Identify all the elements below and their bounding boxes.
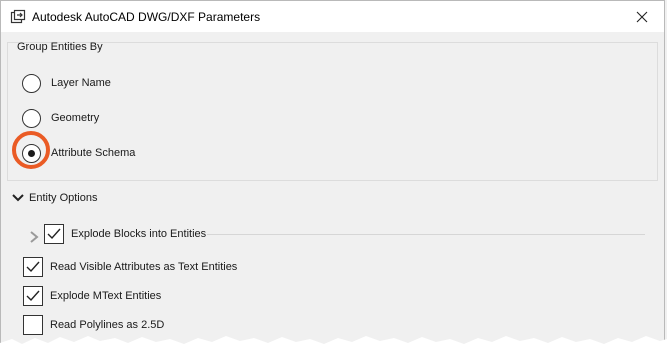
checkmark-icon	[26, 261, 40, 273]
checkbox-read-visible-attributes[interactable]: Read Visible Attributes as Text Entities	[23, 257, 237, 277]
radio-label: Geometry	[51, 112, 100, 124]
close-button[interactable]	[620, 1, 664, 32]
radio-button[interactable]	[22, 108, 41, 128]
window-title: Autodesk AutoCAD DWG/DXF Parameters	[32, 10, 261, 24]
checkbox-explode-blocks[interactable]: Explode Blocks into Entities	[44, 224, 206, 244]
checkbox[interactable]	[23, 286, 43, 306]
entity-options-header[interactable]: Entity Options	[11, 191, 97, 205]
chevron-down-icon	[12, 194, 24, 202]
checkbox-label: Explode Blocks into Entities	[71, 228, 207, 240]
app-window-icon	[10, 9, 26, 24]
radio-geometry[interactable]: Geometry	[22, 107, 99, 129]
radio-button[interactable]	[22, 73, 41, 93]
group-entities-title: Group Entities By	[17, 41, 103, 53]
checkbox-explode-mtext[interactable]: Explode MText Entities	[23, 286, 161, 306]
section-divider	[207, 234, 645, 235]
radio-label: Attribute Schema	[51, 147, 136, 159]
checkmark-icon	[47, 228, 61, 240]
checkbox[interactable]	[23, 257, 43, 277]
entity-options-title: Entity Options	[29, 192, 98, 204]
highlight-circle-annotation	[12, 131, 50, 169]
radio-layer-name[interactable]: Layer Name	[22, 72, 111, 94]
checkbox[interactable]	[44, 224, 64, 244]
checkbox-label: Read Visible Attributes as Text Entities	[50, 261, 238, 273]
close-icon	[636, 11, 648, 22]
chevron-right-icon[interactable]	[28, 230, 40, 244]
checkbox-label: Explode MText Entities	[50, 290, 162, 302]
checkmark-icon	[26, 290, 40, 302]
torn-edge-decoration	[0, 336, 667, 351]
title-bar: Autodesk AutoCAD DWG/DXF Parameters	[1, 1, 664, 32]
radio-label: Layer Name	[51, 77, 111, 89]
